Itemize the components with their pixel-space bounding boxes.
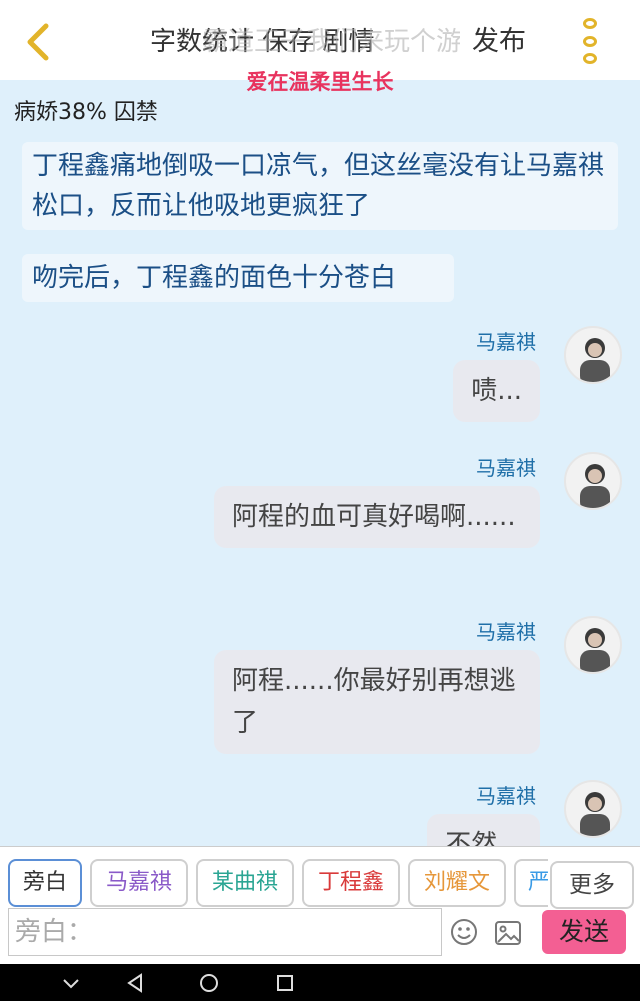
message-item: 马嘉祺 不然... bbox=[22, 780, 622, 846]
message-bubble[interactable]: 啧... bbox=[453, 360, 540, 422]
chip-character[interactable]: 丁程鑫 bbox=[302, 859, 400, 907]
sender-name: 马嘉祺 bbox=[476, 330, 536, 354]
chip-character[interactable]: 马嘉祺 bbox=[90, 859, 188, 907]
title-strip: 字数统计 保存 剧情 霸道王子我们来玩个游戏 bbox=[140, 20, 460, 64]
character-chip-list: 旁白 马嘉祺 某曲祺 丁程鑫 刘耀文 严 bbox=[0, 859, 548, 909]
sender-name: 马嘉祺 bbox=[476, 784, 536, 808]
avatar[interactable] bbox=[564, 326, 622, 384]
recent-apps-icon[interactable] bbox=[274, 972, 296, 994]
avatar[interactable] bbox=[564, 452, 622, 510]
system-nav-bar bbox=[0, 964, 640, 1001]
story-subtitle: 爱在温柔里生长 bbox=[246, 70, 394, 94]
story-title: 霸道王子我们来玩个游戏 bbox=[202, 27, 460, 57]
chevron-left-icon bbox=[27, 23, 49, 61]
publish-button[interactable]: 发布 bbox=[472, 20, 526, 64]
avatar[interactable] bbox=[564, 616, 622, 674]
chip-character[interactable]: 严 bbox=[514, 859, 548, 907]
message-input[interactable]: 旁白： bbox=[8, 908, 442, 956]
back-triangle-icon[interactable] bbox=[124, 972, 146, 994]
chevron-down-icon[interactable] bbox=[60, 972, 82, 994]
narration-bubble[interactable]: 丁程鑫痛地倒吸一口凉气，但这丝毫没有让马嘉祺松口，反而让他吸地更疯狂了 bbox=[22, 142, 618, 230]
back-button[interactable] bbox=[16, 20, 60, 64]
message-bubble[interactable]: 阿程的血可真好喝啊...... bbox=[214, 486, 540, 548]
chip-narrator[interactable]: 旁白 bbox=[8, 859, 82, 907]
message-bubble[interactable]: 不然... bbox=[427, 814, 540, 846]
message-bubble[interactable]: 阿程......你最好别再想逃了 bbox=[214, 650, 540, 754]
avatar[interactable] bbox=[564, 780, 622, 838]
message-item: 马嘉祺 阿程的血可真好喝啊...... bbox=[22, 452, 622, 602]
more-characters-button[interactable]: 更多 bbox=[550, 861, 634, 909]
emoji-icon[interactable] bbox=[450, 918, 478, 946]
home-circle-icon[interactable] bbox=[198, 972, 220, 994]
status-text: 病娇38% 囚禁 bbox=[14, 100, 158, 125]
message-item: 马嘉祺 阿程......你最好别再想逃了 bbox=[22, 616, 622, 766]
chip-character[interactable]: 刘耀文 bbox=[408, 859, 506, 907]
image-icon[interactable] bbox=[494, 920, 522, 946]
chip-character[interactable]: 某曲祺 bbox=[196, 859, 294, 907]
more-menu-icon[interactable] bbox=[578, 18, 602, 64]
message-item: 马嘉祺 啧... bbox=[22, 326, 622, 436]
narration-bubble[interactable]: 吻完后，丁程鑫的面色十分苍白 bbox=[22, 254, 454, 302]
sender-name: 马嘉祺 bbox=[476, 620, 536, 644]
sender-name: 马嘉祺 bbox=[476, 456, 536, 480]
send-button[interactable]: 发送 bbox=[542, 910, 626, 954]
